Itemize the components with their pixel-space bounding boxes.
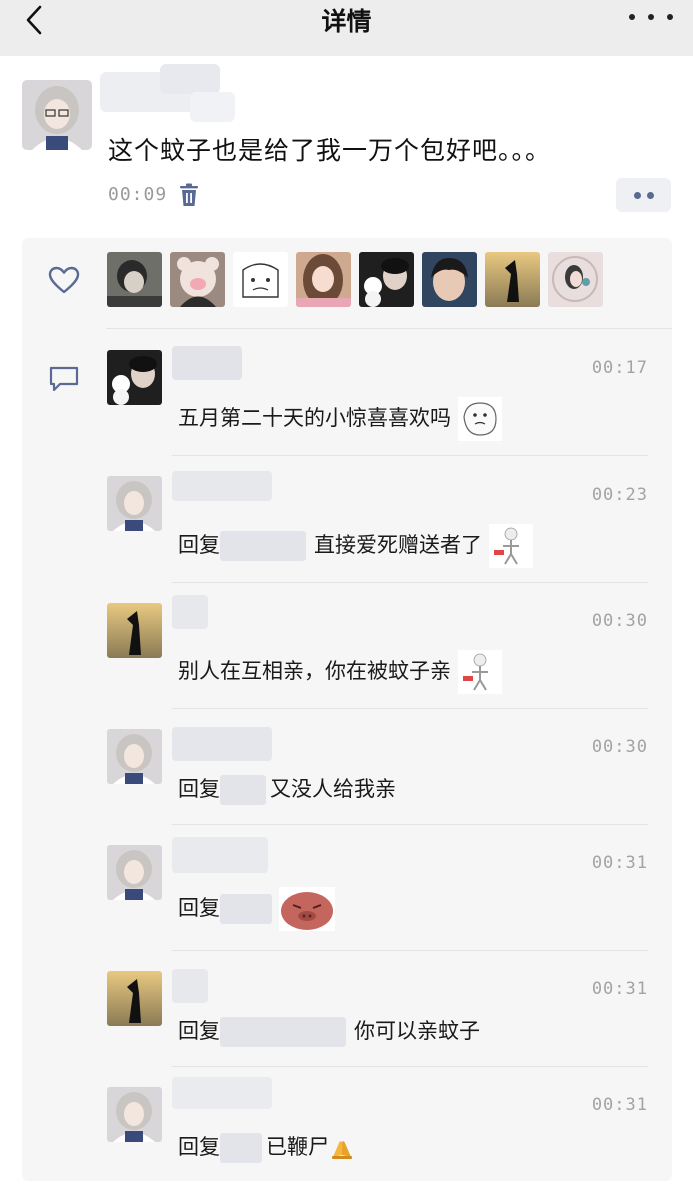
more-dot	[648, 14, 654, 20]
face-sticker-icon	[457, 397, 502, 441]
reply-prefix: 回复	[178, 777, 220, 801]
comment-divider	[172, 950, 648, 951]
commenter-name-redacted	[172, 471, 272, 501]
liker-avatar[interactable]	[107, 252, 162, 307]
comment-body: 你可以亲蚊子	[354, 1019, 480, 1043]
more-actions-dot	[646, 191, 654, 199]
smiling-figure-sticker-icon	[457, 650, 502, 694]
comment-body: 直接爱死赠送者了	[314, 533, 482, 557]
comment-timestamp: 00:17	[591, 358, 648, 378]
more-actions-icon	[633, 191, 641, 199]
commenter-name-redacted	[172, 595, 208, 629]
more-dots-icon	[629, 14, 635, 20]
liker-avatar[interactable]	[422, 252, 477, 307]
comment-body: 五月第二十天的小惊喜喜欢吗	[178, 406, 451, 430]
commenter-avatar[interactable]	[107, 350, 162, 405]
comment-timestamp: 00:31	[591, 1095, 648, 1115]
commenter-avatar[interactable]	[107, 971, 162, 1026]
smiling-figure-sticker-icon	[488, 524, 533, 568]
comment-divider	[172, 455, 648, 456]
comment-body: 别人在互相亲，你在被蚊子亲	[178, 659, 451, 683]
comment-timestamp: 00:31	[591, 979, 648, 999]
post-timestamp: 00:09	[108, 184, 168, 205]
commenter-avatar[interactable]	[107, 845, 162, 900]
comment-text: 回复 你可以亲蚊子	[178, 1015, 480, 1047]
comment-text: 回复 又没人给我亲	[178, 773, 396, 805]
reply-prefix: 回复	[178, 1019, 220, 1043]
post-action-button[interactable]	[616, 178, 671, 212]
commenter-avatar[interactable]	[107, 603, 162, 658]
reply-target-redacted	[220, 1133, 262, 1163]
pig-face-sticker-icon	[278, 887, 335, 931]
reply-target-redacted	[220, 531, 306, 561]
comment-timestamp: 00:30	[591, 611, 648, 631]
reply-prefix: 回复	[178, 533, 220, 557]
reply-prefix: 回复	[178, 1135, 220, 1159]
commenter-name-redacted	[172, 346, 242, 380]
post-author-avatar[interactable]	[22, 80, 92, 150]
reply-target-redacted	[220, 894, 272, 924]
comment-text: 五月第二十天的小惊喜喜欢吗	[178, 397, 502, 441]
liker-avatar[interactable]	[233, 252, 288, 307]
heart-icon	[48, 266, 80, 294]
comment-divider	[172, 824, 648, 825]
reply-target-redacted	[220, 775, 266, 805]
comment-text: 回复 直接爱死赠送者了	[178, 524, 533, 568]
comment-divider	[172, 1066, 648, 1067]
reply-target-redacted	[220, 1017, 346, 1047]
commenter-avatar[interactable]	[107, 1087, 162, 1142]
comment-timestamp: 00:30	[591, 737, 648, 757]
comment-body: 又没人给我亲	[270, 777, 396, 801]
comment-bubble-icon	[49, 366, 79, 392]
liker-avatar[interactable]	[359, 252, 414, 307]
liker-avatar[interactable]	[170, 252, 225, 307]
comment-divider	[172, 708, 648, 709]
commenter-name-redacted	[172, 837, 268, 873]
liker-avatar[interactable]	[485, 252, 540, 307]
liker-avatar[interactable]	[296, 252, 351, 307]
praying-hands-emoji-icon	[332, 1141, 352, 1159]
reply-prefix: 回复	[178, 896, 220, 920]
more-options-button[interactable]	[629, 6, 673, 28]
liker-avatar[interactable]	[548, 252, 603, 307]
author-name-redacted	[100, 64, 235, 122]
page-title: 详情	[321, 7, 372, 36]
top-navigation-bar: 详情	[0, 0, 693, 56]
more-dot	[667, 14, 673, 20]
commenter-avatar[interactable]	[107, 729, 162, 784]
trash-icon[interactable]	[178, 183, 200, 207]
comment-body: 已鞭尸	[266, 1135, 329, 1159]
commenter-name-redacted	[172, 969, 208, 1003]
comment-timestamp: 00:23	[591, 485, 648, 505]
comment-text: 回复	[178, 887, 335, 931]
commenter-name-redacted	[172, 1077, 272, 1109]
comment-text: 回复 已鞭尸	[178, 1131, 355, 1163]
comment-text: 别人在互相亲，你在被蚊子亲	[178, 650, 502, 694]
likes-divider	[106, 328, 672, 329]
commenter-avatar[interactable]	[107, 476, 162, 531]
comment-timestamp: 00:31	[591, 853, 648, 873]
comment-divider	[172, 582, 648, 583]
post-content-text: 这个蚊子也是给了我一万个包好吧。。。	[108, 136, 552, 165]
commenter-name-redacted	[172, 727, 272, 761]
